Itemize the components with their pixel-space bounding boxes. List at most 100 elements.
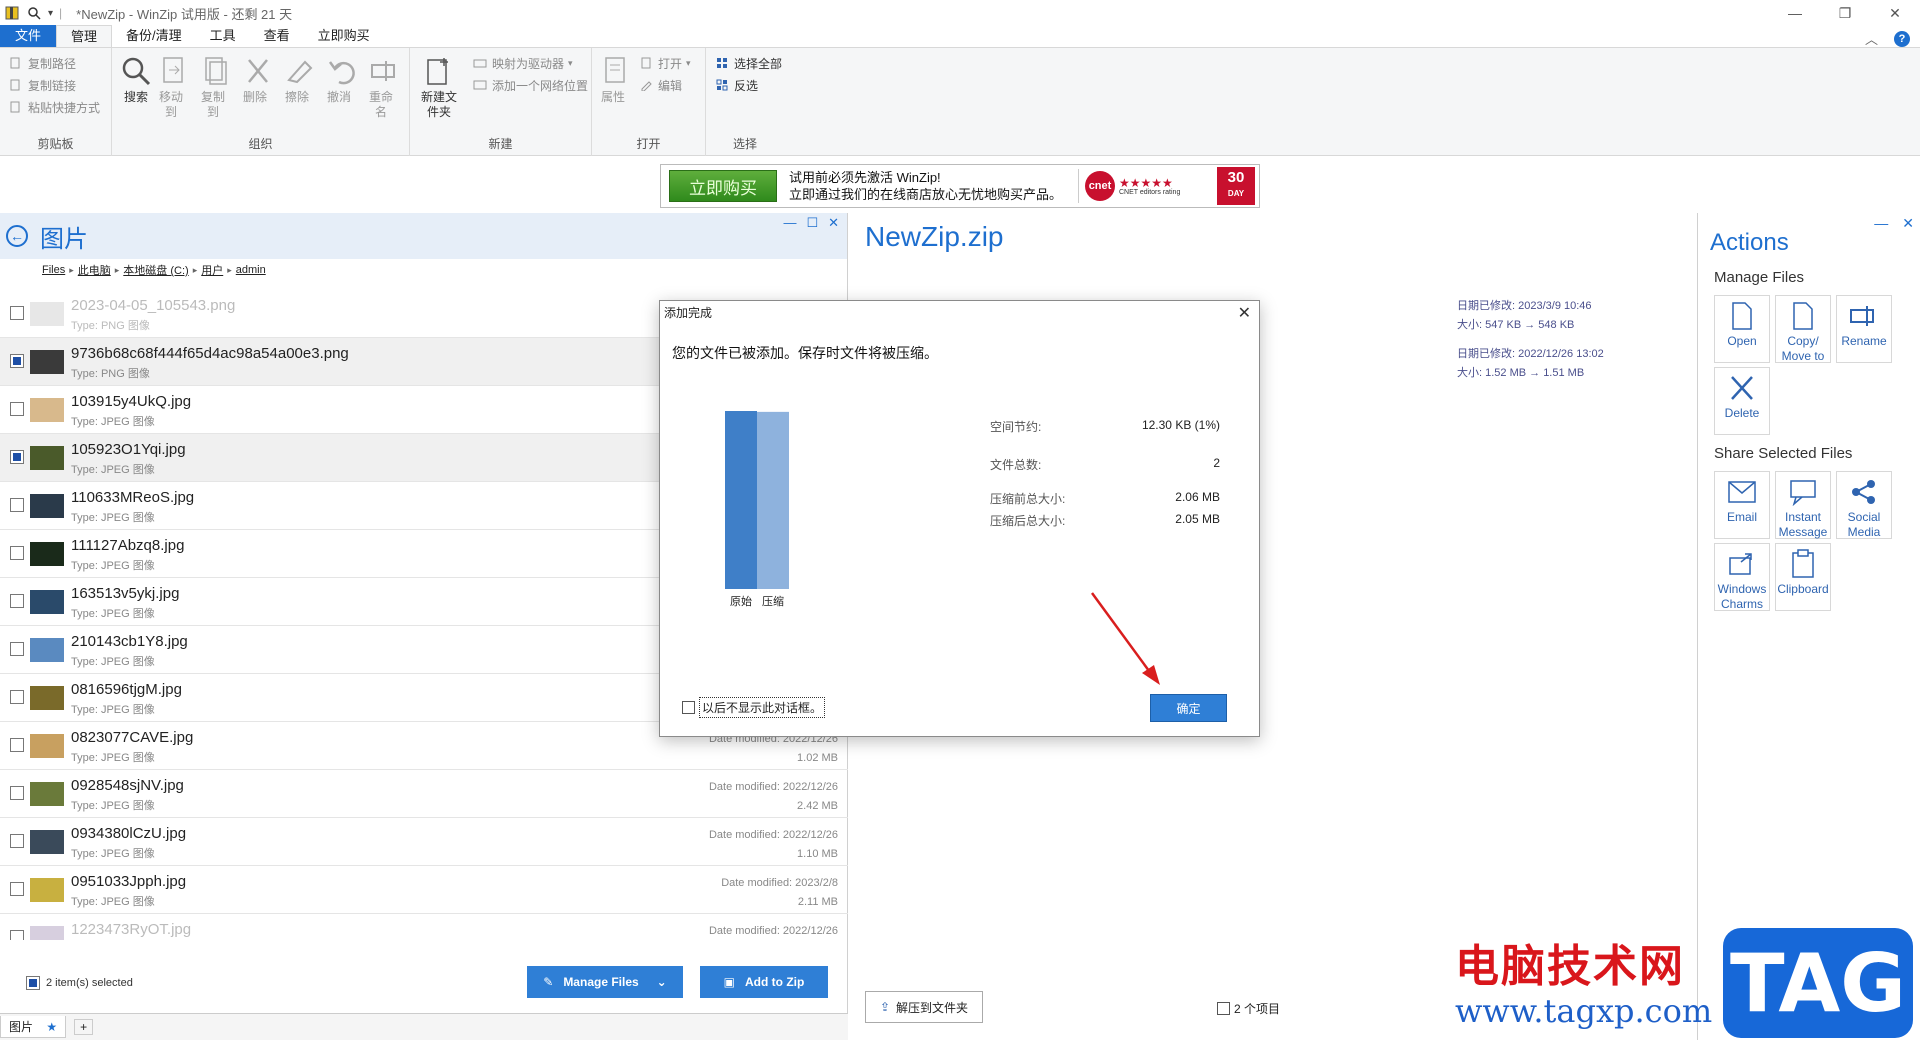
- close-button[interactable]: ✕: [1870, 0, 1920, 26]
- dialog-close-icon[interactable]: ✕: [1238, 303, 1251, 323]
- action-open-button[interactable]: Open: [1714, 295, 1770, 363]
- stat-label: 空间节约:: [990, 420, 1042, 434]
- move-icon: [158, 54, 190, 88]
- ok-button[interactable]: 确定: [1150, 694, 1227, 722]
- action-rename-button[interactable]: Rename: [1836, 295, 1892, 363]
- open-group-label: 打开: [636, 137, 661, 151]
- close-pane-icon[interactable]: ✕: [1902, 215, 1914, 232]
- file-checkbox[interactable]: [10, 498, 24, 512]
- tab-view[interactable]: 查看: [250, 25, 304, 47]
- file-checkbox[interactable]: [10, 930, 24, 940]
- file-meta: Date modified: 2022/12/26 1.10 MB: [709, 826, 838, 864]
- customize-quick-access-icon[interactable]: ▾: [48, 8, 53, 19]
- extract-to-folder-button[interactable]: ⇪ 解压到文件夹: [865, 991, 983, 1023]
- search-icon[interactable]: [26, 5, 42, 21]
- search-button[interactable]: 搜索: [116, 54, 156, 105]
- buy-now-button[interactable]: 立即购买: [669, 170, 777, 202]
- tab-manage[interactable]: 管理: [56, 25, 113, 47]
- rename-button[interactable]: 重命名: [368, 54, 395, 120]
- select-all-checkbox[interactable]: [26, 976, 40, 990]
- paste-shortcut-button[interactable]: 粘贴快捷方式: [0, 96, 111, 118]
- breadcrumb-this-pc[interactable]: 此电脑: [78, 262, 111, 278]
- zip-entry-info[interactable]: 日期已修改: 2023/3/9 10:46 大小: 547 KB → 548 K…: [1457, 297, 1697, 335]
- file-checkbox[interactable]: [10, 834, 24, 848]
- edit-button[interactable]: 编辑: [630, 74, 691, 96]
- action-delete-label: Delete: [1724, 406, 1760, 420]
- file-checkbox[interactable]: [10, 306, 24, 320]
- file-checkbox[interactable]: [10, 642, 24, 656]
- tab-file[interactable]: 文件: [0, 25, 56, 47]
- close-pane-icon[interactable]: ✕: [828, 215, 839, 231]
- tab-buy-now[interactable]: 立即购买: [304, 25, 384, 47]
- share-clipboard-label: Clipboard: [1777, 582, 1829, 596]
- breadcrumb-admin[interactable]: admin: [236, 264, 266, 276]
- help-icon[interactable]: ?: [1894, 30, 1910, 47]
- add-tab-button[interactable]: +: [74, 1019, 94, 1035]
- dont-show-again-option[interactable]: 以后不显示此对话框。: [682, 697, 826, 718]
- watermark-tag-logo: TAG: [1723, 928, 1913, 1038]
- wipe-button[interactable]: 擦除: [284, 54, 313, 105]
- open-button[interactable]: 打开 ▾: [630, 52, 691, 74]
- add-to-zip-button[interactable]: ▣ Add to Zip: [700, 966, 828, 998]
- file-row[interactable]: 0951033Jpph.jpg Type: JPEG 图像 Date modifie…: [0, 866, 848, 914]
- share-windows-charms-button[interactable]: Windows Charms: [1714, 543, 1770, 611]
- breadcrumb-local-disk[interactable]: 本地磁盘 (C:): [123, 262, 188, 278]
- dont-show-again-checkbox[interactable]: [682, 701, 695, 714]
- file-checkbox[interactable]: [10, 786, 24, 800]
- select-all-button[interactable]: 选择全部: [706, 52, 784, 74]
- tab-tools[interactable]: 工具: [196, 25, 250, 47]
- maximize-button[interactable]: ❐: [1820, 0, 1870, 26]
- pin-icon[interactable]: ★: [46, 1020, 57, 1034]
- file-row[interactable]: 0928548sjNV.jpg Type: JPEG 图像 Date modifie…: [0, 770, 848, 818]
- copy-to-button[interactable]: 复制到: [200, 54, 227, 120]
- new-folder-button[interactable]: 新建文件夹: [418, 54, 460, 120]
- trial-banner[interactable]: 立即购买 试用前必须先激活 WinZip! 立即通过我们的在线商店放心无忧地购买…: [660, 164, 1260, 208]
- action-delete-button[interactable]: Delete: [1714, 367, 1770, 435]
- file-checkbox[interactable]: [10, 450, 24, 464]
- share-instant-message-button[interactable]: Instant Message: [1775, 471, 1831, 539]
- move-to-button[interactable]: 移动到: [158, 54, 184, 120]
- file-checkbox[interactable]: [10, 738, 24, 752]
- file-name: 210143cb1Y8.jpg: [71, 633, 188, 650]
- share-email-label: Email: [1726, 510, 1757, 524]
- copy-link-button[interactable]: 复制链接: [0, 74, 111, 96]
- paste-shortcut-label: 粘贴快捷方式: [28, 100, 101, 115]
- undo-button[interactable]: 撤消: [326, 54, 355, 105]
- file-row[interactable]: 1223473RyOT.jpgType: JPEG 图像Date modifie…: [0, 914, 848, 940]
- share-social-media-label: Social Media: [1847, 510, 1881, 539]
- copy-path-button[interactable]: 复制路径: [0, 52, 111, 74]
- properties-button[interactable]: 属性: [600, 54, 626, 105]
- share-clipboard-button[interactable]: Clipboard: [1775, 543, 1831, 611]
- tab-pictures[interactable]: 图片 ★: [0, 1016, 67, 1038]
- delete-button[interactable]: 删除: [242, 54, 268, 105]
- copy-link-label: 复制链接: [28, 78, 77, 93]
- tab-backup[interactable]: 备份/清理: [112, 25, 196, 47]
- breadcrumb-files[interactable]: Files: [42, 264, 65, 276]
- file-checkbox[interactable]: [10, 546, 24, 560]
- manage-files-button[interactable]: ✎ Manage Files ⌄: [527, 966, 683, 998]
- maximize-pane-icon[interactable]: ☐: [806, 215, 818, 231]
- zip-select-all-checkbox[interactable]: [1217, 1002, 1230, 1015]
- chevron-down-icon[interactable]: ⌄: [657, 975, 667, 989]
- file-checkbox[interactable]: [10, 882, 24, 896]
- action-copy-move-button[interactable]: Copy/ Move to: [1775, 295, 1831, 363]
- file-row[interactable]: 0934380lCzU.jpg Type: JPEG 图像 Date modifie…: [0, 818, 848, 866]
- map-drive-button[interactable]: 映射为驱动器 ▾: [464, 52, 588, 74]
- minimize-pane-icon[interactable]: —: [783, 215, 796, 231]
- invert-selection-button[interactable]: 反选: [706, 74, 784, 96]
- pane-header: ← 图片 — ☐ ✕: [0, 213, 847, 259]
- file-checkbox[interactable]: [10, 402, 24, 416]
- file-checkbox[interactable]: [10, 354, 24, 368]
- back-arrow-icon[interactable]: ←: [6, 225, 28, 247]
- minimize-button[interactable]: —: [1770, 0, 1820, 26]
- collapse-ribbon-icon[interactable]: ︿: [1865, 29, 1878, 48]
- file-type: Type: JPEG 图像: [71, 608, 155, 620]
- share-email-button[interactable]: Email: [1714, 471, 1770, 539]
- file-checkbox[interactable]: [10, 690, 24, 704]
- file-checkbox[interactable]: [10, 594, 24, 608]
- add-network-location-button[interactable]: 添加一个网络位置: [464, 74, 588, 96]
- share-social-media-button[interactable]: Social Media: [1836, 471, 1892, 539]
- zip-entry-info[interactable]: 日期已修改: 2022/12/26 13:02 大小: 1.52 MB → 1.…: [1457, 345, 1697, 383]
- breadcrumb-users[interactable]: 用户: [201, 262, 223, 278]
- minimize-pane-icon[interactable]: —: [1874, 215, 1888, 232]
